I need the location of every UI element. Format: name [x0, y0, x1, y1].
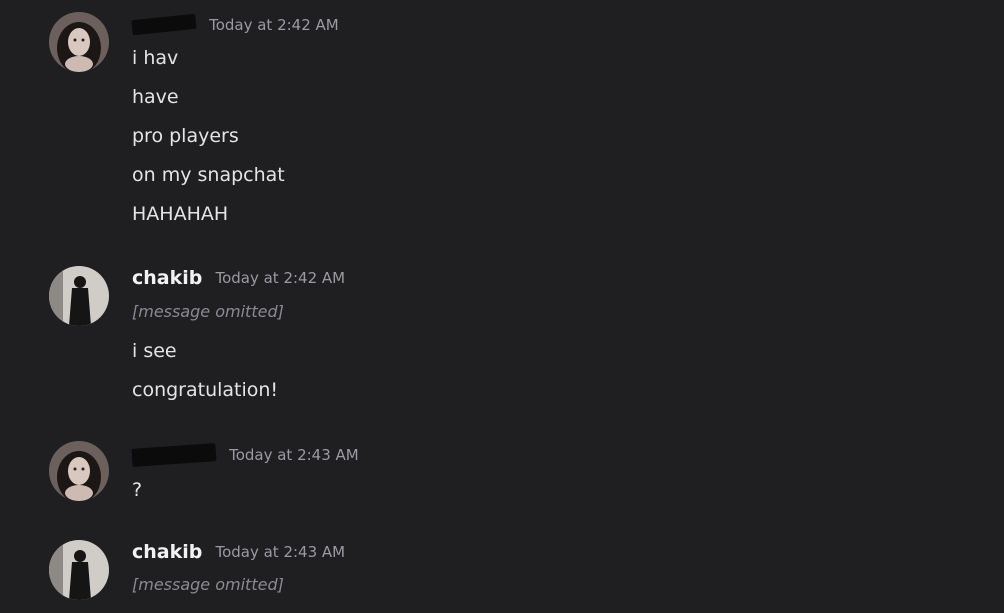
username[interactable]: chakib	[132, 541, 202, 563]
redacted-username-mark	[131, 442, 217, 467]
message-timestamp: Today at 2:43 AM	[215, 543, 346, 561]
girl-portrait-avatar[interactable]	[49, 12, 109, 72]
omitted-message: [message omitted]	[132, 302, 284, 321]
message-text: pro players	[132, 125, 239, 147]
message-text: congratulation!	[132, 379, 279, 401]
redacted-username-mark	[131, 13, 197, 36]
dark-figure-avatar[interactable]	[49, 540, 109, 600]
message-text: i see	[132, 340, 177, 362]
dark-figure-avatar[interactable]	[49, 266, 109, 326]
message-timestamp: Today at 2:42 AM	[215, 269, 346, 287]
message-timestamp: Today at 2:42 AM	[209, 15, 339, 34]
omitted-message: [message omitted]	[132, 575, 284, 594]
message-header: Today at 2:42 AM	[131, 13, 339, 38]
message-header: chakib Today at 2:42 AM	[132, 267, 345, 291]
message-text: on my snapchat	[132, 164, 285, 186]
message-text: HAHAHAH	[132, 203, 229, 225]
message-header: chakib Today at 2:43 AM	[132, 541, 345, 565]
message-text: have	[132, 86, 179, 108]
username[interactable]: chakib	[132, 267, 202, 289]
girl-portrait-avatar[interactable]	[49, 441, 109, 501]
message-text: ?	[132, 479, 143, 501]
message-header: Today at 2:43 AM	[131, 442, 359, 468]
message-timestamp: Today at 2:43 AM	[229, 445, 359, 464]
message-text: i hav	[132, 47, 179, 69]
